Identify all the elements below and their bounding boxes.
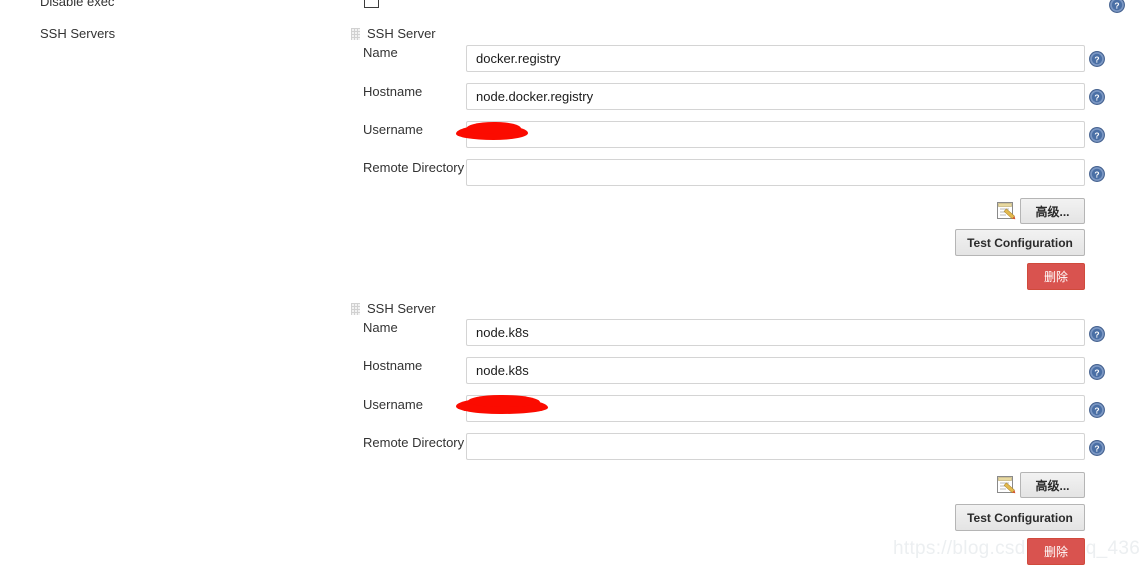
- field-label-remote-directory-2: Remote Directory: [363, 435, 465, 450]
- name-input-2[interactable]: node.k8s: [466, 319, 1085, 346]
- field-label-hostname-1: Hostname: [363, 84, 423, 99]
- delete-button-2[interactable]: 删除: [1027, 538, 1085, 565]
- section-heading-ssh-server-1: SSH Server: [351, 26, 436, 41]
- username-input-1[interactable]: [466, 121, 1085, 148]
- help-icon-name-1[interactable]: ?: [1089, 51, 1105, 67]
- help-icon-disable-exec[interactable]: ?: [1109, 0, 1125, 13]
- name-input-1[interactable]: docker.registry: [466, 45, 1085, 72]
- hostname-input-1[interactable]: node.docker.registry: [466, 83, 1085, 110]
- drag-handle-icon[interactable]: [351, 302, 360, 315]
- svg-text:?: ?: [1094, 131, 1099, 141]
- help-icon-name-2[interactable]: ?: [1089, 326, 1105, 342]
- field-label-hostname-2: Hostname: [363, 358, 423, 373]
- advanced-button-1[interactable]: 高级...: [1020, 198, 1085, 224]
- remote-directory-input-2[interactable]: [466, 433, 1085, 460]
- notepad-edit-icon-1[interactable]: [995, 200, 1017, 222]
- label-disable-exec: Disable exec: [40, 0, 115, 9]
- field-label-name-1: Name: [363, 45, 398, 60]
- help-icon-username-2[interactable]: ?: [1089, 402, 1105, 418]
- test-configuration-button-1[interactable]: Test Configuration: [955, 229, 1085, 256]
- svg-text:?: ?: [1114, 1, 1119, 11]
- help-icon-hostname-1[interactable]: ?: [1089, 89, 1105, 105]
- field-label-remote-directory-1: Remote Directory: [363, 160, 465, 175]
- svg-text:?: ?: [1094, 330, 1099, 340]
- remote-directory-input-1[interactable]: [466, 159, 1085, 186]
- test-configuration-button-2[interactable]: Test Configuration: [955, 504, 1085, 531]
- help-icon-remote-directory-1[interactable]: ?: [1089, 166, 1105, 182]
- help-icon-remote-directory-2[interactable]: ?: [1089, 440, 1105, 456]
- advanced-button-2[interactable]: 高级...: [1020, 472, 1085, 498]
- label-ssh-servers: SSH Servers: [40, 26, 116, 41]
- delete-button-1[interactable]: 删除: [1027, 263, 1085, 290]
- hostname-input-2[interactable]: node.k8s: [466, 357, 1085, 384]
- svg-text:?: ?: [1094, 170, 1099, 180]
- field-label-username-2: Username: [363, 397, 423, 412]
- help-icon-hostname-2[interactable]: ?: [1089, 364, 1105, 380]
- svg-text:?: ?: [1094, 368, 1099, 378]
- section-title: SSH Server: [367, 26, 436, 41]
- username-input-2[interactable]: [466, 395, 1085, 422]
- notepad-edit-icon-2[interactable]: [995, 474, 1017, 496]
- help-icon-username-1[interactable]: ?: [1089, 127, 1105, 143]
- watermark-url: https://blog.csdn.net/qq_43659174: [893, 538, 1139, 559]
- section-title: SSH Server: [367, 301, 436, 316]
- svg-text:?: ?: [1094, 444, 1099, 454]
- disable-exec-checkbox[interactable]: [364, 0, 379, 8]
- svg-text:?: ?: [1094, 55, 1099, 65]
- svg-text:?: ?: [1094, 406, 1099, 416]
- field-label-username-1: Username: [363, 122, 423, 137]
- drag-handle-icon[interactable]: [351, 27, 360, 40]
- svg-text:?: ?: [1094, 93, 1099, 103]
- section-heading-ssh-server-2: SSH Server: [351, 301, 436, 316]
- field-label-name-2: Name: [363, 320, 398, 335]
